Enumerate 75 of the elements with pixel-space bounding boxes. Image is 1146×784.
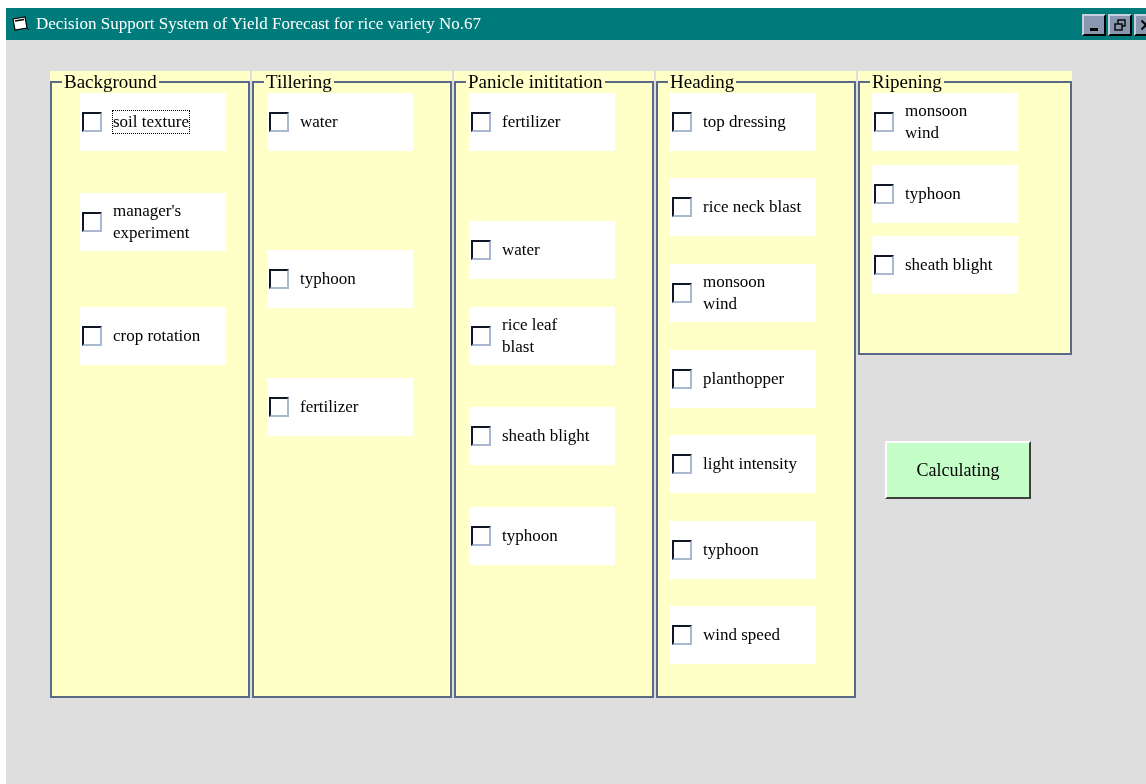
checkbox[interactable] — [672, 454, 692, 474]
option-label: light intensity — [702, 453, 798, 475]
option-label: monsoon wind — [904, 100, 969, 144]
checkbox-option[interactable]: rice leaf blast — [469, 307, 615, 365]
restore-icon — [1114, 19, 1126, 31]
option-label: top dressing — [702, 111, 787, 133]
checkbox-option[interactable]: fertilizer — [267, 378, 413, 436]
checkbox-option[interactable]: top dressing — [670, 93, 816, 151]
checkbox-option[interactable]: monsoon wind — [670, 264, 816, 322]
checkbox[interactable] — [82, 212, 102, 232]
option-label: monsoon wind — [702, 271, 767, 315]
minimize-button[interactable] — [1082, 14, 1106, 36]
checkbox-option[interactable]: typhoon — [670, 521, 816, 579]
checkbox[interactable] — [269, 112, 289, 132]
checkbox[interactable] — [82, 326, 102, 346]
window-title: Decision Support System of Yield Forecast for rice variety No.67 — [36, 14, 483, 34]
checkbox-option[interactable]: monsoon wind — [872, 93, 1018, 151]
option-label: fertilizer — [299, 396, 360, 418]
option-label: planthopper — [702, 368, 786, 390]
option-label: sheath blight — [501, 425, 591, 447]
option-label: fertilizer — [501, 111, 562, 133]
checkbox[interactable] — [672, 625, 692, 645]
restore-button[interactable] — [1108, 14, 1132, 36]
option-label: typhoon — [299, 268, 357, 290]
checkbox[interactable] — [874, 112, 894, 132]
checkbox[interactable] — [672, 369, 692, 389]
option-label: crop rotation — [112, 325, 202, 347]
checkbox[interactable] — [471, 526, 491, 546]
group-title: Panicle inititation — [467, 71, 604, 93]
checkbox-option[interactable]: typhoon — [872, 165, 1018, 223]
checkbox-option[interactable]: sheath blight — [872, 236, 1018, 294]
checkbox-option[interactable]: fertilizer — [469, 93, 615, 151]
checkbox-option[interactable]: light intensity — [670, 435, 816, 493]
option-label: rice neck blast — [702, 196, 803, 218]
checkbox[interactable] — [874, 255, 894, 275]
group-title: Tillering — [265, 71, 333, 93]
option-label: wind speed — [702, 624, 781, 646]
window-icon — [12, 16, 30, 32]
option-label: typhoon — [904, 183, 962, 205]
option-label: manager's experiment — [112, 200, 191, 244]
checkbox-option[interactable]: planthopper — [670, 350, 816, 408]
group-title: Ripening — [871, 71, 943, 93]
option-label: soil texture — [112, 110, 190, 134]
checkbox[interactable] — [471, 326, 491, 346]
checkbox[interactable] — [874, 184, 894, 204]
calculate-button[interactable]: Calculating — [885, 441, 1031, 499]
option-label: water — [501, 239, 541, 261]
checkbox-option[interactable]: water — [267, 93, 413, 151]
checkbox[interactable] — [269, 397, 289, 417]
checkbox-option[interactable]: soil texture — [80, 93, 226, 151]
option-label: rice leaf blast — [501, 314, 559, 358]
checkbox[interactable] — [672, 112, 692, 132]
option-label: typhoon — [702, 539, 760, 561]
checkbox[interactable] — [269, 269, 289, 289]
checkbox-option[interactable]: sheath blight — [469, 407, 615, 465]
minimize-icon — [1090, 27, 1098, 31]
checkbox-option[interactable]: crop rotation — [80, 307, 226, 365]
checkbox-option[interactable]: wind speed — [670, 606, 816, 664]
checkbox-option[interactable]: water — [469, 221, 615, 279]
checkbox[interactable] — [82, 112, 102, 132]
checkbox-option[interactable]: manager's experiment — [80, 193, 226, 251]
checkbox[interactable] — [672, 283, 692, 303]
checkbox[interactable] — [471, 426, 491, 446]
checkbox-option[interactable]: rice neck blast — [670, 178, 816, 236]
checkbox[interactable] — [672, 540, 692, 560]
group-title: Background — [63, 71, 158, 93]
option-label: sheath blight — [904, 254, 994, 276]
checkbox[interactable] — [672, 197, 692, 217]
checkbox[interactable] — [471, 112, 491, 132]
checkbox-option[interactable]: typhoon — [267, 250, 413, 308]
option-label: water — [299, 111, 339, 133]
checkbox-option[interactable]: typhoon — [469, 507, 615, 565]
option-label: typhoon — [501, 525, 559, 547]
checkbox[interactable] — [471, 240, 491, 260]
group-title: Heading — [669, 71, 736, 93]
